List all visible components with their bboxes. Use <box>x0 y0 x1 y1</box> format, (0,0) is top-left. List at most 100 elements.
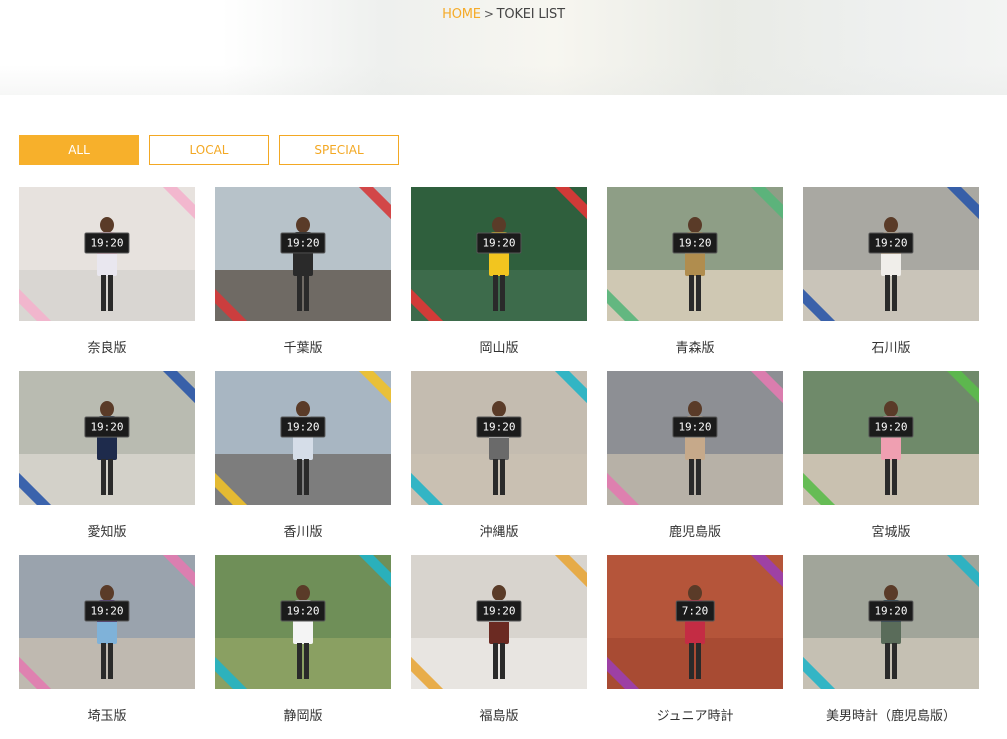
model-figure <box>878 401 904 497</box>
clock-sign: 19:20 <box>476 232 522 254</box>
filter-tabs: ALL LOCAL SPECIAL <box>19 135 399 165</box>
clock-sign: 19:20 <box>84 600 130 622</box>
model-head <box>492 585 506 601</box>
clock-sign: 19:20 <box>868 600 914 622</box>
model-head <box>884 401 898 417</box>
tokei-card[interactable]: 19:20 埼玉版 <box>19 555 195 739</box>
tokei-thumbnail-image[interactable]: 19:20 <box>411 187 587 321</box>
clock-sign: 19:20 <box>476 600 522 622</box>
model-head <box>296 217 310 233</box>
model-head <box>100 585 114 601</box>
tokei-thumbnail-image[interactable]: 19:20 <box>803 371 979 505</box>
model-head <box>884 585 898 601</box>
tokei-card-caption[interactable]: 美男時計（鹿児島版） <box>803 689 979 739</box>
model-legs <box>101 275 113 311</box>
model-legs <box>297 459 309 495</box>
tokei-card-caption[interactable]: 鹿児島版 <box>607 505 783 555</box>
tokei-card[interactable]: 19:20 香川版 <box>215 371 391 555</box>
page-header-banner: HOME > TOKEI LIST <box>0 0 1007 95</box>
clock-sign: 19:20 <box>868 232 914 254</box>
tokei-thumbnail-image[interactable]: 19:20 <box>215 555 391 689</box>
model-figure <box>682 585 708 681</box>
tokei-card-caption[interactable]: 福島版 <box>411 689 587 739</box>
breadcrumb: HOME > TOKEI LIST <box>0 7 1007 22</box>
clock-sign: 19:20 <box>280 600 326 622</box>
clock-sign: 19:20 <box>84 232 130 254</box>
tokei-thumbnail-image[interactable]: 19:20 <box>19 371 195 505</box>
tokei-card-caption[interactable]: 埼玉版 <box>19 689 195 739</box>
tokei-card[interactable]: 19:20 奈良版 <box>19 187 195 371</box>
filter-local-button[interactable]: LOCAL <box>149 135 269 165</box>
tokei-thumbnail-image[interactable]: 19:20 <box>19 187 195 321</box>
tokei-card-caption[interactable]: 千葉版 <box>215 321 391 371</box>
model-head <box>884 217 898 233</box>
tokei-thumbnail-image[interactable]: 19:20 <box>607 187 783 321</box>
model-figure <box>486 401 512 497</box>
tokei-thumbnail-image[interactable]: 19:20 <box>411 555 587 689</box>
tokei-card[interactable]: 19:20 岡山版 <box>411 187 587 371</box>
tokei-card-caption[interactable]: 奈良版 <box>19 321 195 371</box>
filter-special-button[interactable]: SPECIAL <box>279 135 399 165</box>
model-head <box>100 217 114 233</box>
clock-sign: 19:20 <box>84 416 130 438</box>
model-figure <box>486 217 512 313</box>
clock-sign: 19:20 <box>672 416 718 438</box>
tokei-thumbnail-image[interactable]: 19:20 <box>215 187 391 321</box>
tokei-card[interactable]: 19:20 宮城版 <box>803 371 979 555</box>
model-head <box>688 217 702 233</box>
tokei-card[interactable]: 19:20 石川版 <box>803 187 979 371</box>
tokei-thumbnail-image[interactable]: 19:20 <box>803 555 979 689</box>
model-figure <box>878 585 904 681</box>
tokei-card[interactable]: 19:20 千葉版 <box>215 187 391 371</box>
tokei-card[interactable]: 19:20 静岡版 <box>215 555 391 739</box>
tokei-thumbnail-image[interactable]: 19:20 <box>411 371 587 505</box>
model-head <box>296 401 310 417</box>
tokei-thumbnail-image[interactable]: 19:20 <box>803 187 979 321</box>
breadcrumb-current: TOKEI LIST <box>496 7 565 22</box>
model-figure <box>290 585 316 681</box>
clock-sign: 19:20 <box>672 232 718 254</box>
clock-sign: 19:20 <box>280 416 326 438</box>
tokei-thumbnail-image[interactable]: 7:20 <box>607 555 783 689</box>
model-figure <box>682 217 708 313</box>
tokei-thumbnail-image[interactable]: 19:20 <box>215 371 391 505</box>
model-legs <box>297 275 309 311</box>
model-figure <box>682 401 708 497</box>
model-figure <box>94 401 120 497</box>
tokei-thumbnail-image[interactable]: 19:20 <box>19 555 195 689</box>
model-head <box>100 401 114 417</box>
tokei-card-caption[interactable]: 青森版 <box>607 321 783 371</box>
tokei-grid: 19:20 奈良版 19:20 千葉版 19:20 岡山版 19:20 青森版 19:20 石川版… <box>19 187 979 739</box>
tokei-card[interactable]: 19:20 沖縄版 <box>411 371 587 555</box>
model-head <box>492 217 506 233</box>
tokei-card[interactable]: 19:20 青森版 <box>607 187 783 371</box>
model-legs <box>101 643 113 679</box>
model-figure <box>486 585 512 681</box>
tokei-thumbnail-image[interactable]: 19:20 <box>607 371 783 505</box>
model-figure <box>878 217 904 313</box>
tokei-card-caption[interactable]: 沖縄版 <box>411 505 587 555</box>
tokei-card-caption[interactable]: 宮城版 <box>803 505 979 555</box>
clock-sign: 19:20 <box>280 232 326 254</box>
tokei-card-caption[interactable]: ジュニア時計 <box>607 689 783 739</box>
model-legs <box>101 459 113 495</box>
tokei-card[interactable]: 19:20 福島版 <box>411 555 587 739</box>
clock-sign: 7:20 <box>675 600 715 622</box>
model-legs <box>689 459 701 495</box>
breadcrumb-home-link[interactable]: HOME <box>442 7 481 22</box>
tokei-card[interactable]: 19:20 鹿児島版 <box>607 371 783 555</box>
tokei-card-caption[interactable]: 岡山版 <box>411 321 587 371</box>
tokei-card-caption[interactable]: 静岡版 <box>215 689 391 739</box>
model-figure <box>94 585 120 681</box>
tokei-card-caption[interactable]: 愛知版 <box>19 505 195 555</box>
tokei-card[interactable]: 19:20 愛知版 <box>19 371 195 555</box>
tokei-card-caption[interactable]: 香川版 <box>215 505 391 555</box>
tokei-card[interactable]: 7:20 ジュニア時計 <box>607 555 783 739</box>
clock-sign: 19:20 <box>868 416 914 438</box>
tokei-card-caption[interactable]: 石川版 <box>803 321 979 371</box>
model-legs <box>689 643 701 679</box>
filter-all-button[interactable]: ALL <box>19 135 139 165</box>
model-head <box>688 401 702 417</box>
clock-sign: 19:20 <box>476 416 522 438</box>
tokei-card[interactable]: 19:20 美男時計（鹿児島版） <box>803 555 979 739</box>
